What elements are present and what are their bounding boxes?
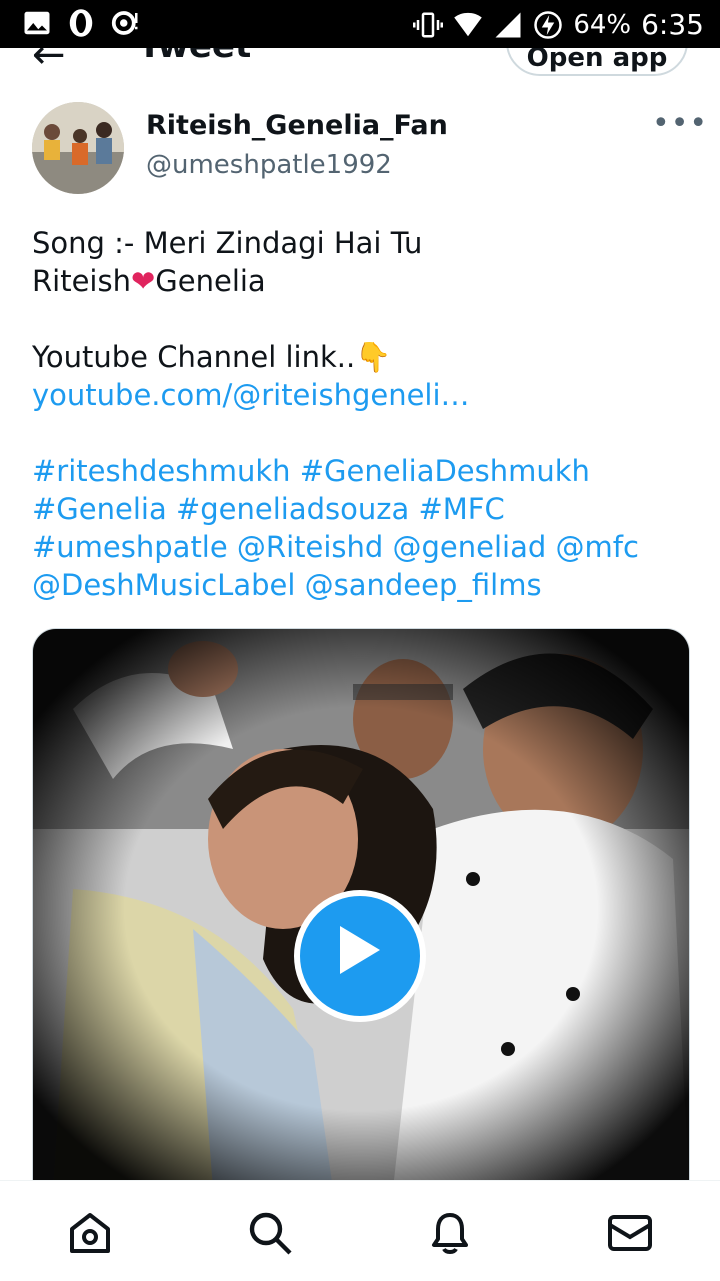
tweet-line-names: Riteish❤Genelia <box>32 262 692 300</box>
hashtags-line-2[interactable]: #Genelia #geneliadsouza #MFC <box>32 490 692 528</box>
notifications-icon[interactable] <box>426 1209 474 1257</box>
opera-icon <box>69 9 93 37</box>
battery-saver-icon <box>534 10 563 39</box>
more-options-icon[interactable]: ••• <box>652 106 708 141</box>
back-arrow-icon[interactable]: ← <box>32 48 66 78</box>
channel-label: Youtube Channel link.. <box>32 340 356 374</box>
battery-percent: 64% <box>573 9 632 40</box>
name-genelia: Genelia <box>155 264 266 298</box>
hashtags-line-1[interactable]: #riteshdeshmukh #GeneliaDeshmukh <box>32 452 692 490</box>
header-title: Tweet <box>138 48 251 66</box>
vibrate-icon <box>413 12 444 37</box>
messages-icon[interactable] <box>606 1209 654 1257</box>
signal-icon <box>495 12 521 37</box>
youtube-link[interactable]: youtube.com/@riteishgeneli… <box>32 376 692 414</box>
debug-icon <box>111 11 138 35</box>
play-icon <box>340 926 380 974</box>
tweet-text: Song :- Meri Zindagi Hai Tu Riteish❤Gene… <box>32 224 692 604</box>
author-handle[interactable]: @umeshpatle1992 <box>146 150 392 180</box>
search-icon[interactable] <box>246 1209 294 1257</box>
hashtags-line-4[interactable]: @DeshMusicLabel @sandeep_films <box>32 566 692 604</box>
wifi-icon <box>454 12 483 36</box>
name-riteish: Riteish <box>32 264 131 298</box>
clock: 6:35 <box>641 8 704 41</box>
avatar[interactable] <box>32 102 124 194</box>
pointing-down-icon: 👇 <box>355 340 392 374</box>
open-app-button[interactable]: Open app <box>506 48 688 76</box>
author-name[interactable]: Riteish_Genelia_Fan <box>146 110 448 141</box>
tweet-header: ← Tweet Open app <box>0 48 720 88</box>
play-button[interactable] <box>294 890 426 1022</box>
home-icon[interactable] <box>66 1209 114 1257</box>
tweet-line-song: Song :- Meri Zindagi Hai Tu <box>32 226 423 260</box>
hashtags-line-3[interactable]: #umeshpatle @Riteishd @geneliad @mfc <box>32 528 692 566</box>
tweet-line-channel: Youtube Channel link..👇 <box>32 338 692 376</box>
gallery-icon <box>24 11 50 35</box>
status-bar: 64% 6:35 <box>0 0 720 48</box>
heart-icon: ❤ <box>130 264 156 298</box>
bottom-navigation <box>0 1180 720 1281</box>
avatar-image <box>32 102 124 194</box>
